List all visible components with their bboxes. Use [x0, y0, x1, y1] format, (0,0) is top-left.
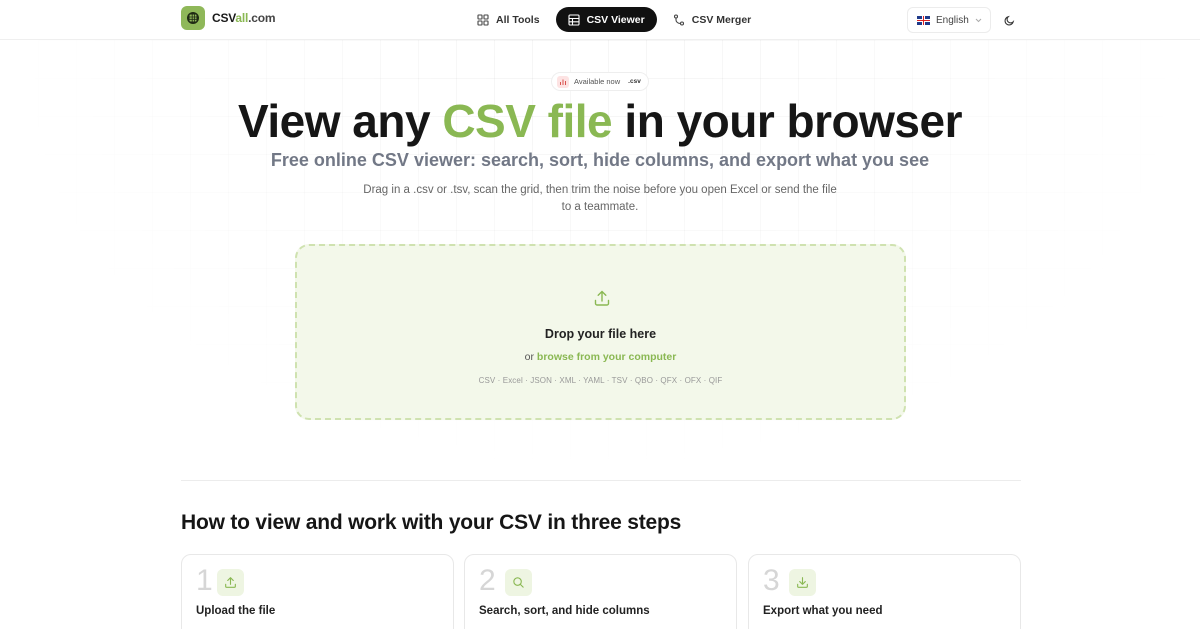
step-title: Export what you need — [763, 605, 883, 617]
section-divider — [181, 480, 1021, 481]
availability-badge: Available now .csv — [551, 72, 649, 91]
top-header: CSVall.com All Tools CSV Viewer CSV Merg… — [0, 0, 1200, 40]
table-icon — [568, 13, 580, 26]
steps-heading: How to view and work with your CSV in th… — [181, 511, 682, 534]
logo-text: CSVall.com — [212, 11, 276, 25]
nav-all-tools[interactable]: All Tools — [465, 7, 552, 32]
browse-link[interactable]: browse from your computer — [537, 351, 676, 363]
site-logo[interactable]: CSVall.com — [181, 6, 276, 30]
search-icon — [505, 569, 532, 596]
nav-csv-merger[interactable]: CSV Merger — [661, 7, 764, 32]
step-title: Search, sort, and hide columns — [479, 605, 650, 617]
nav-csv-viewer-label: CSV Viewer — [586, 13, 645, 26]
step-card-search: 2 Search, sort, and hide columns — [464, 554, 737, 629]
chevron-down-icon — [975, 18, 982, 22]
merge-icon — [673, 13, 684, 26]
step-number: 1 — [196, 564, 213, 597]
chart-icon — [557, 75, 569, 88]
uk-flag-icon — [917, 15, 930, 25]
dropzone-title: Drop your file here — [544, 327, 657, 341]
nav-csv-merger-label: CSV Merger — [691, 13, 752, 26]
badge-text: Available now — [574, 77, 621, 86]
page-description: Drag in a .csv or .tsv, scan the grid, t… — [363, 184, 837, 213]
upload-icon — [594, 290, 610, 306]
supported-formats: CSV · Excel · JSON · XML · YAML · TSV · … — [478, 376, 723, 385]
badge-extension: .csv — [628, 78, 641, 85]
language-label: English — [936, 14, 969, 26]
theme-toggle-button[interactable] — [998, 9, 1020, 31]
nav-all-tools-label: All Tools — [496, 13, 540, 26]
page-title: View any CSV file in your browser — [237, 95, 963, 147]
main-nav: All Tools CSV Viewer CSV Merger — [465, 7, 763, 32]
step-card-export: 3 Export what you need — [748, 554, 1021, 629]
upload-icon — [217, 569, 244, 596]
download-icon — [789, 569, 816, 596]
nav-csv-viewer[interactable]: CSV Viewer — [555, 7, 657, 32]
dropzone-browse: or browse from your computer — [524, 351, 677, 363]
file-dropzone[interactable]: Drop your file here or browse from your … — [295, 244, 906, 420]
page-subtitle: Free online CSV viewer: search, sort, hi… — [270, 150, 930, 170]
step-card-upload: 1 Upload the file — [181, 554, 454, 629]
moon-icon — [1004, 15, 1014, 25]
step-number: 2 — [479, 564, 496, 597]
logo-icon — [181, 6, 205, 30]
language-selector[interactable]: English — [907, 7, 991, 33]
grid-icon — [477, 13, 489, 26]
step-title: Upload the file — [196, 605, 276, 617]
step-number: 3 — [763, 564, 780, 597]
